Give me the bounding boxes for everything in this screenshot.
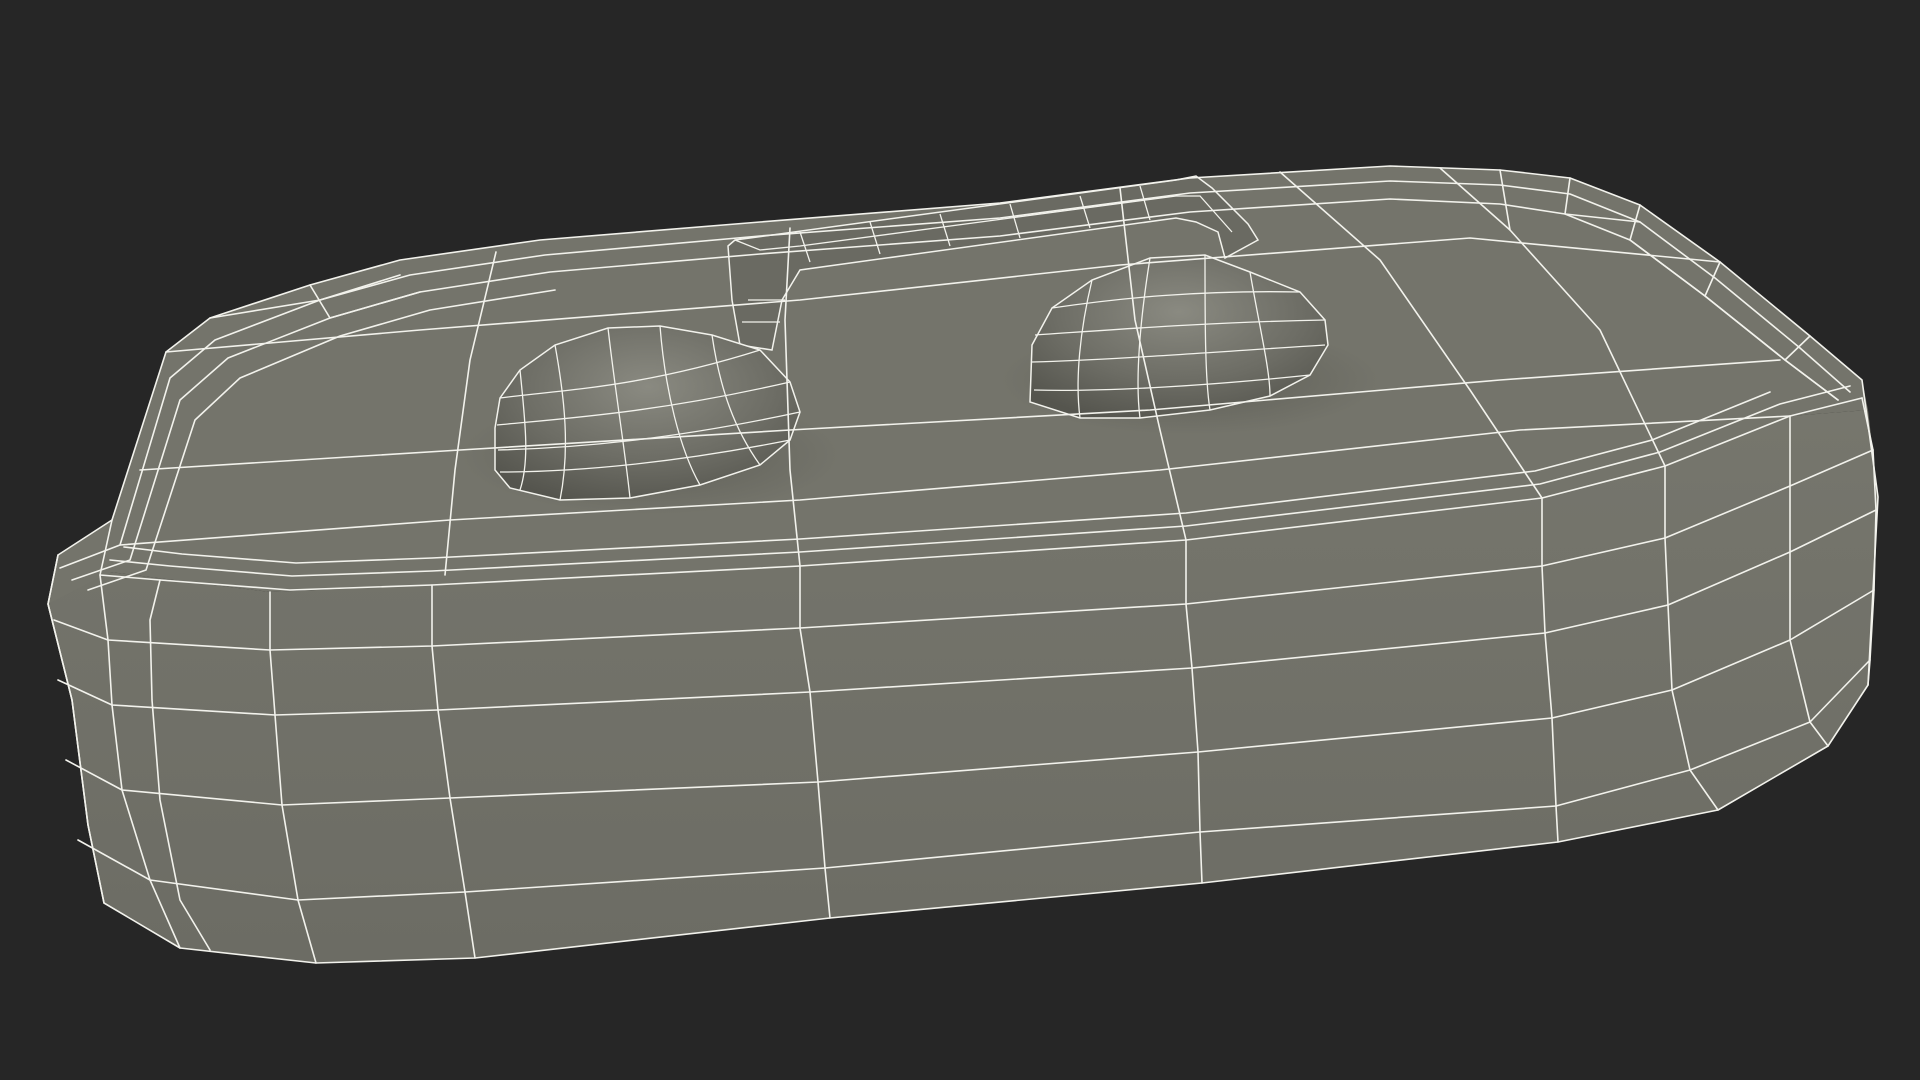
3d-viewport [0, 0, 1920, 1080]
button-body [48, 166, 1878, 963]
wireframe-render [47, 165, 1879, 964]
